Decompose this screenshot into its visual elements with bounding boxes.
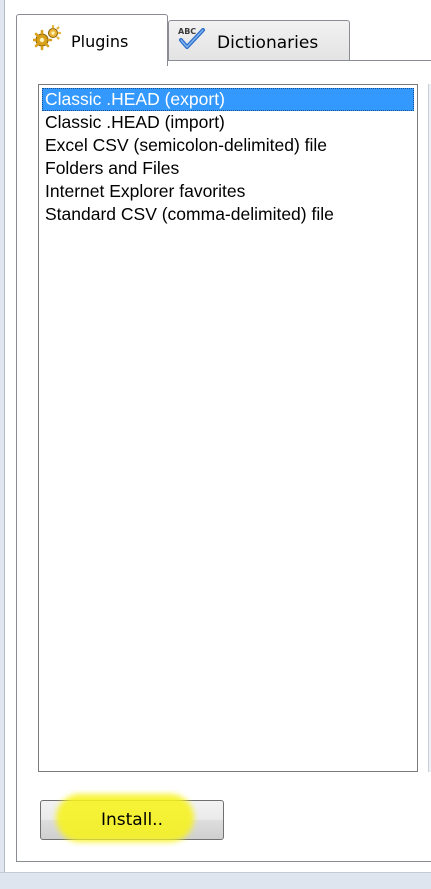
- plugin-list[interactable]: Classic .HEAD (export) Classic .HEAD (im…: [38, 84, 418, 772]
- install-button[interactable]: [40, 800, 224, 840]
- window-left-edge: [0, 0, 5, 888]
- list-item[interactable]: Classic .HEAD (import): [42, 111, 414, 134]
- window-bottom-edge: [0, 872, 431, 889]
- list-item[interactable]: Folders and Files: [42, 157, 414, 180]
- tab-plugins-label: Plugins: [71, 32, 129, 51]
- puzzle-gears-icon: [31, 24, 62, 56]
- tab-dictionaries-label: Dictionaries: [217, 32, 319, 53]
- options-window: ABC Dictionaries Plugins Classic .HEAD (…: [0, 0, 431, 889]
- list-item[interactable]: Classic .HEAD (export): [42, 88, 414, 111]
- list-item[interactable]: Standard CSV (comma-delimited) file: [42, 203, 414, 226]
- list-item[interactable]: Excel CSV (semicolon-delimited) file: [42, 134, 414, 157]
- svg-text:ABC: ABC: [178, 27, 196, 36]
- tab-plugins[interactable]: Plugins: [16, 14, 168, 66]
- tab-dictionaries[interactable]: ABC Dictionaries: [168, 20, 350, 60]
- abc-checkmark-icon: ABC: [177, 25, 207, 56]
- list-item[interactable]: Internet Explorer favorites: [42, 180, 414, 203]
